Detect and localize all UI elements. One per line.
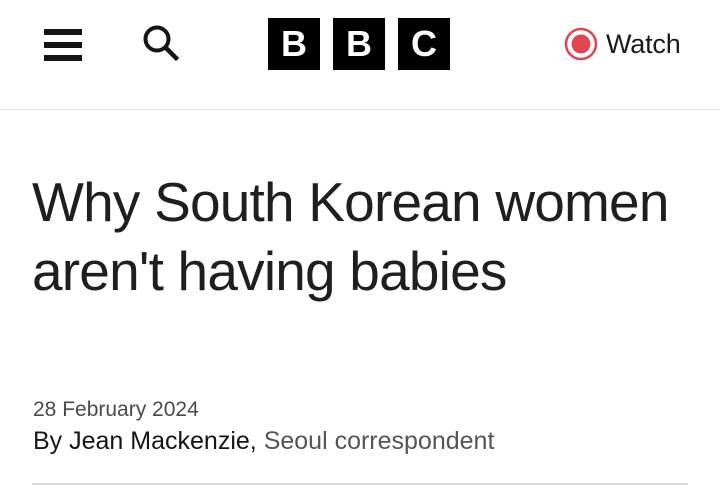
watch-label: Watch [606,28,681,59]
author-name[interactable]: Jean Mackenzie [69,427,250,455]
logo-letter: B [333,18,385,70]
logo-letter: C [398,18,450,70]
bbc-logo[interactable]: B B C [268,18,450,70]
logo-letter: B [268,18,320,70]
byline-separator: , [249,427,264,455]
section-divider [32,483,688,485]
article-date: 28 February 2024 [33,398,199,421]
menu-icon-bar [44,42,82,48]
menu-button[interactable] [44,26,84,64]
search-button[interactable] [140,22,184,66]
article-headline: Why South Korean women aren't having bab… [32,171,669,302]
article-byline: By Jean Mackenzie, Seoul correspondent [33,427,494,456]
live-record-icon [564,27,598,61]
menu-icon-bar [44,29,82,35]
watch-button[interactable]: Watch [564,26,681,62]
search-icon [143,25,180,62]
menu-icon-bar [44,55,82,61]
author-role: Seoul correspondent [263,427,495,455]
byline-prefix: By [33,427,70,455]
site-header: B B C Watch [0,0,720,110]
